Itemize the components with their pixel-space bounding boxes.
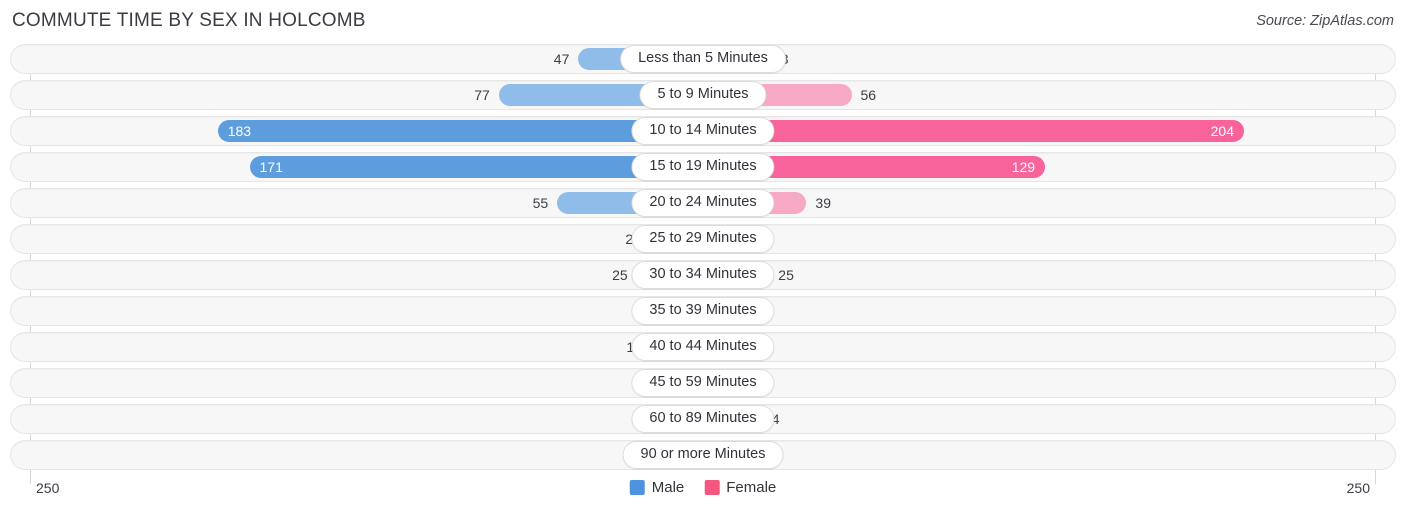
female-half: 129 xyxy=(703,153,1395,181)
axis-tick-left: 250 xyxy=(36,480,60,496)
table-row[interactable]: 51190 or more Minutes xyxy=(10,440,1396,470)
male-bar[interactable]: 183 xyxy=(217,120,703,142)
male-half: 20 xyxy=(11,225,703,253)
category-label: 35 to 39 Minutes xyxy=(631,297,775,325)
category-label: 10 to 14 Minutes xyxy=(631,117,775,145)
category-label: 40 to 44 Minutes xyxy=(631,333,775,361)
male-value: 183 xyxy=(227,123,252,139)
category-label: 90 or more Minutes xyxy=(622,441,784,469)
female-half: 56 xyxy=(703,81,1395,109)
male-half: 25 xyxy=(11,261,703,289)
source-attribution: Source: ZipAtlas.com xyxy=(1256,13,1394,29)
category-label: 45 to 59 Minutes xyxy=(631,369,775,397)
male-half: 55 xyxy=(11,189,703,217)
male-half: 8 xyxy=(11,369,703,397)
female-half: 204 xyxy=(703,117,1395,145)
chart-footer: 250 Male Female 250 xyxy=(10,476,1396,516)
female-half: 0 xyxy=(703,297,1395,325)
table-row[interactable]: 183 204 10 to 14 Minutes xyxy=(10,116,1396,146)
table-row[interactable]: 0035 to 39 Minutes xyxy=(10,296,1396,326)
female-half: 0 xyxy=(703,333,1395,361)
female-half: 23 xyxy=(703,45,1395,73)
female-half: 11 xyxy=(703,441,1395,469)
legend-swatch-female-icon xyxy=(704,480,720,495)
female-value: 129 xyxy=(1011,159,1036,175)
male-half: 8 xyxy=(11,405,703,433)
male-value: 171 xyxy=(259,159,283,175)
female-bar[interactable]: 204 xyxy=(703,120,1244,142)
female-value: 39 xyxy=(815,195,831,211)
female-value: 56 xyxy=(860,87,877,103)
legend-label-male: Male xyxy=(651,479,685,496)
category-label: 60 to 89 Minutes xyxy=(631,405,775,433)
male-value: 77 xyxy=(474,87,490,103)
table-row[interactable]: 8745 to 59 Minutes xyxy=(10,368,1396,398)
female-value: 204 xyxy=(1210,123,1234,139)
male-half: 5 xyxy=(11,441,703,469)
chart-container: COMMUTE TIME BY SEX IN HOLCOMB Source: Z… xyxy=(0,0,1406,523)
female-half: 14 xyxy=(703,405,1395,433)
table-row[interactable]: 171 129 15 to 19 Minutes xyxy=(10,152,1396,182)
female-half: 39 xyxy=(703,189,1395,217)
category-label: 20 to 24 Minutes xyxy=(631,189,775,217)
category-label: 25 to 29 Minutes xyxy=(631,225,775,253)
table-row[interactable]: 25 25 30 to 34 Minutes xyxy=(10,260,1396,290)
category-label: 15 to 19 Minutes xyxy=(631,153,775,181)
bar-rows: 47 23Less than 5 Minutes 77 56 5 to 9 Minute… xyxy=(10,44,1396,470)
legend-item-female[interactable]: Female xyxy=(704,479,776,496)
category-label: Less than 5 Minutes xyxy=(620,45,786,73)
female-half: 25 xyxy=(703,261,1395,289)
male-value: 55 xyxy=(532,195,549,211)
table-row[interactable]: 77 56 5 to 9 Minutes xyxy=(10,80,1396,110)
category-label: 5 to 9 Minutes xyxy=(639,81,767,109)
male-half: 77 xyxy=(11,81,703,109)
chart-legend: Male Female xyxy=(629,479,776,496)
category-label: 30 to 34 Minutes xyxy=(631,261,775,289)
page-title: COMMUTE TIME BY SEX IN HOLCOMB xyxy=(12,10,366,31)
table-row[interactable]: 47 23Less than 5 Minutes xyxy=(10,44,1396,74)
male-value: 47 xyxy=(553,51,570,67)
plot-area: 47 23Less than 5 Minutes 77 56 5 to 9 Minute… xyxy=(10,44,1396,484)
table-row[interactable]: 81460 to 89 Minutes xyxy=(10,404,1396,434)
male-half: 171 xyxy=(11,153,703,181)
chart-header: COMMUTE TIME BY SEX IN HOLCOMB Source: Z… xyxy=(0,0,1406,44)
table-row[interactable]: 55 39 20 to 24 Minutes xyxy=(10,188,1396,218)
legend-item-male[interactable]: Male xyxy=(629,479,685,496)
male-half: 47 xyxy=(11,45,703,73)
female-half: 0 xyxy=(703,225,1395,253)
table-row[interactable]: 20025 to 29 Minutes xyxy=(10,224,1396,254)
male-half: 10 xyxy=(11,333,703,361)
male-half: 183 xyxy=(11,117,703,145)
female-half: 7 xyxy=(703,369,1395,397)
legend-swatch-male-icon xyxy=(629,480,645,495)
table-row[interactable]: 10040 to 44 Minutes xyxy=(10,332,1396,362)
male-half: 0 xyxy=(11,297,703,325)
male-value: 25 xyxy=(612,267,628,283)
legend-label-female: Female xyxy=(726,479,777,496)
axis-tick-right: 250 xyxy=(1346,480,1370,496)
female-value: 25 xyxy=(778,267,794,283)
